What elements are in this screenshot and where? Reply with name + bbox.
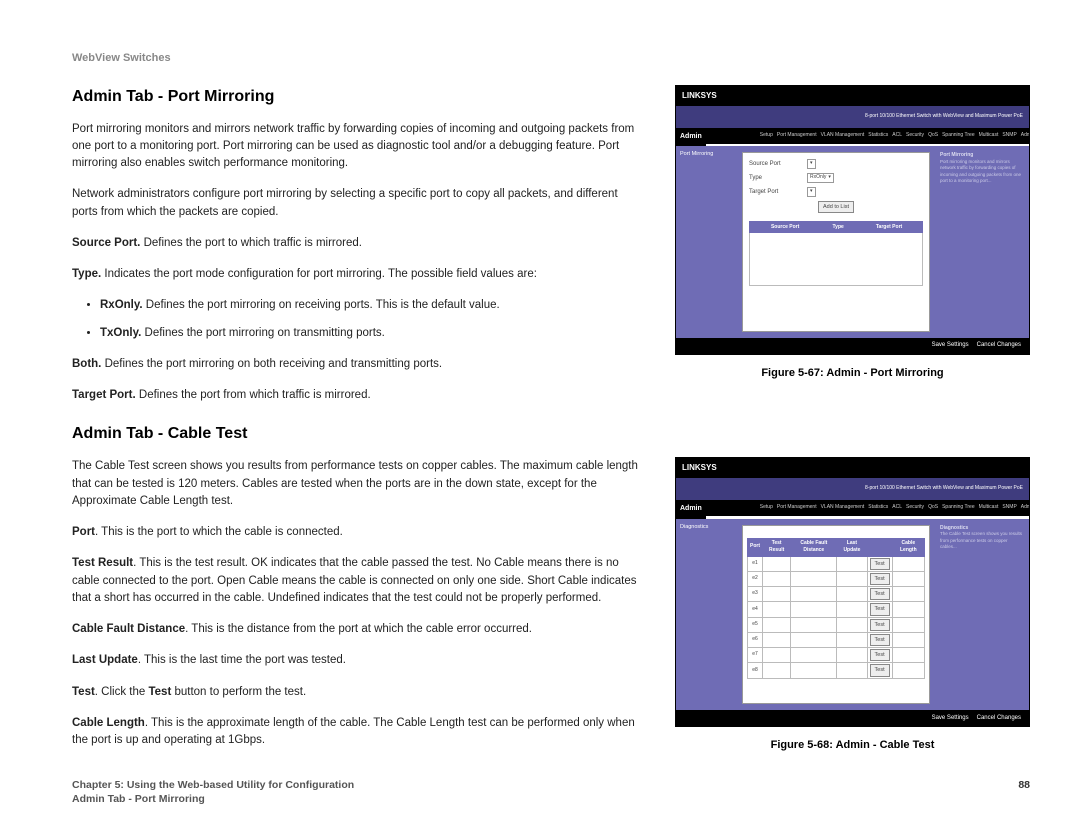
pm-both: Both. Defines the port mirroring on both… [72, 356, 645, 373]
brand-logo: LINKSYS [682, 90, 717, 102]
pm-type: Type. Indicates the port mode configurat… [72, 266, 645, 283]
page-footer: Chapter 5: Using the Web-based Utility f… [72, 778, 1030, 806]
test-button[interactable]: Test [870, 619, 890, 631]
ct-test: Test. Click the Test button to perform t… [72, 684, 645, 701]
test-button[interactable]: Test [870, 573, 890, 585]
source-port-select[interactable] [807, 159, 816, 169]
sidebar-title: Diagnostics [676, 519, 736, 711]
test-button[interactable]: Test [870, 603, 890, 615]
test-button[interactable]: Test [870, 634, 890, 646]
pm-intro-2: Network administrators configure port mi… [72, 186, 645, 221]
section-title-cable-test: Admin Tab - Cable Test [72, 422, 645, 446]
add-to-list-button[interactable]: Add to List [818, 201, 854, 213]
figure-column: LINKSYS 8-port 10/100 Ethernet Switch wi… [675, 85, 1030, 764]
ct-fault: Cable Fault Distance. This is the distan… [72, 621, 645, 638]
page-number: 88 [1018, 778, 1030, 806]
footer-chapter: Chapter 5: Using the Web-based Utility f… [72, 778, 354, 792]
admin-tab-label: Admin [676, 500, 706, 519]
nav-tabs: SetupPort ManagementVLAN Management Stat… [706, 128, 1030, 144]
cable-test-table: PortTest Result Cable Fault DistanceLast… [747, 538, 925, 679]
test-button[interactable]: Test [870, 649, 890, 661]
ct-result: Test Result. This is the test result. OK… [72, 555, 645, 607]
target-port-select[interactable] [807, 187, 816, 197]
nav-tabs: SetupPort ManagementVLAN Management Stat… [706, 500, 1030, 516]
sidebar-title: Port Mirroring [676, 146, 736, 338]
pm-source-port: Source Port. Defines the port to which t… [72, 235, 645, 252]
running-header: WebView Switches [72, 50, 1030, 67]
help-panel: Port Mirroring Port mirroring monitors a… [936, 146, 1029, 338]
pm-rxonly: RxOnly. Defines the port mirroring on re… [100, 297, 645, 314]
test-button[interactable]: Test [870, 558, 890, 570]
mirror-table: Source PortTypeTarget Port [749, 221, 923, 286]
figure-caption-67: Figure 5-67: Admin - Port Mirroring [675, 365, 1030, 382]
pm-target-port: Target Port. Defines the port from which… [72, 387, 645, 404]
brand-logo: LINKSYS [682, 462, 717, 474]
figure-cable-test: LINKSYS 8-port 10/100 Ethernet Switch wi… [675, 457, 1030, 727]
pm-txonly: TxOnly. Defines the port mirroring on tr… [100, 325, 645, 342]
footer-section: Admin Tab - Port Mirroring [72, 792, 354, 806]
ct-length: Cable Length. This is the approximate le… [72, 715, 645, 750]
test-button[interactable]: Test [870, 588, 890, 600]
ct-update: Last Update. This is the last time the p… [72, 652, 645, 669]
test-button[interactable]: Test [870, 664, 890, 676]
pm-intro-1: Port mirroring monitors and mirrors netw… [72, 121, 645, 173]
figure-port-mirroring: LINKSYS 8-port 10/100 Ethernet Switch wi… [675, 85, 1030, 355]
section-title-port-mirroring: Admin Tab - Port Mirroring [72, 85, 645, 109]
admin-tab-label: Admin [676, 128, 706, 147]
help-panel: Diagnostics The Cable Test screen shows … [936, 519, 1029, 711]
type-select[interactable]: RxOnly [807, 173, 834, 183]
ct-intro: The Cable Test screen shows you results … [72, 458, 645, 510]
main-text-column: Admin Tab - Port Mirroring Port mirrorin… [72, 85, 645, 764]
ct-port: Port. This is the port to which the cabl… [72, 524, 645, 541]
figure-caption-68: Figure 5-68: Admin - Cable Test [675, 737, 1030, 754]
